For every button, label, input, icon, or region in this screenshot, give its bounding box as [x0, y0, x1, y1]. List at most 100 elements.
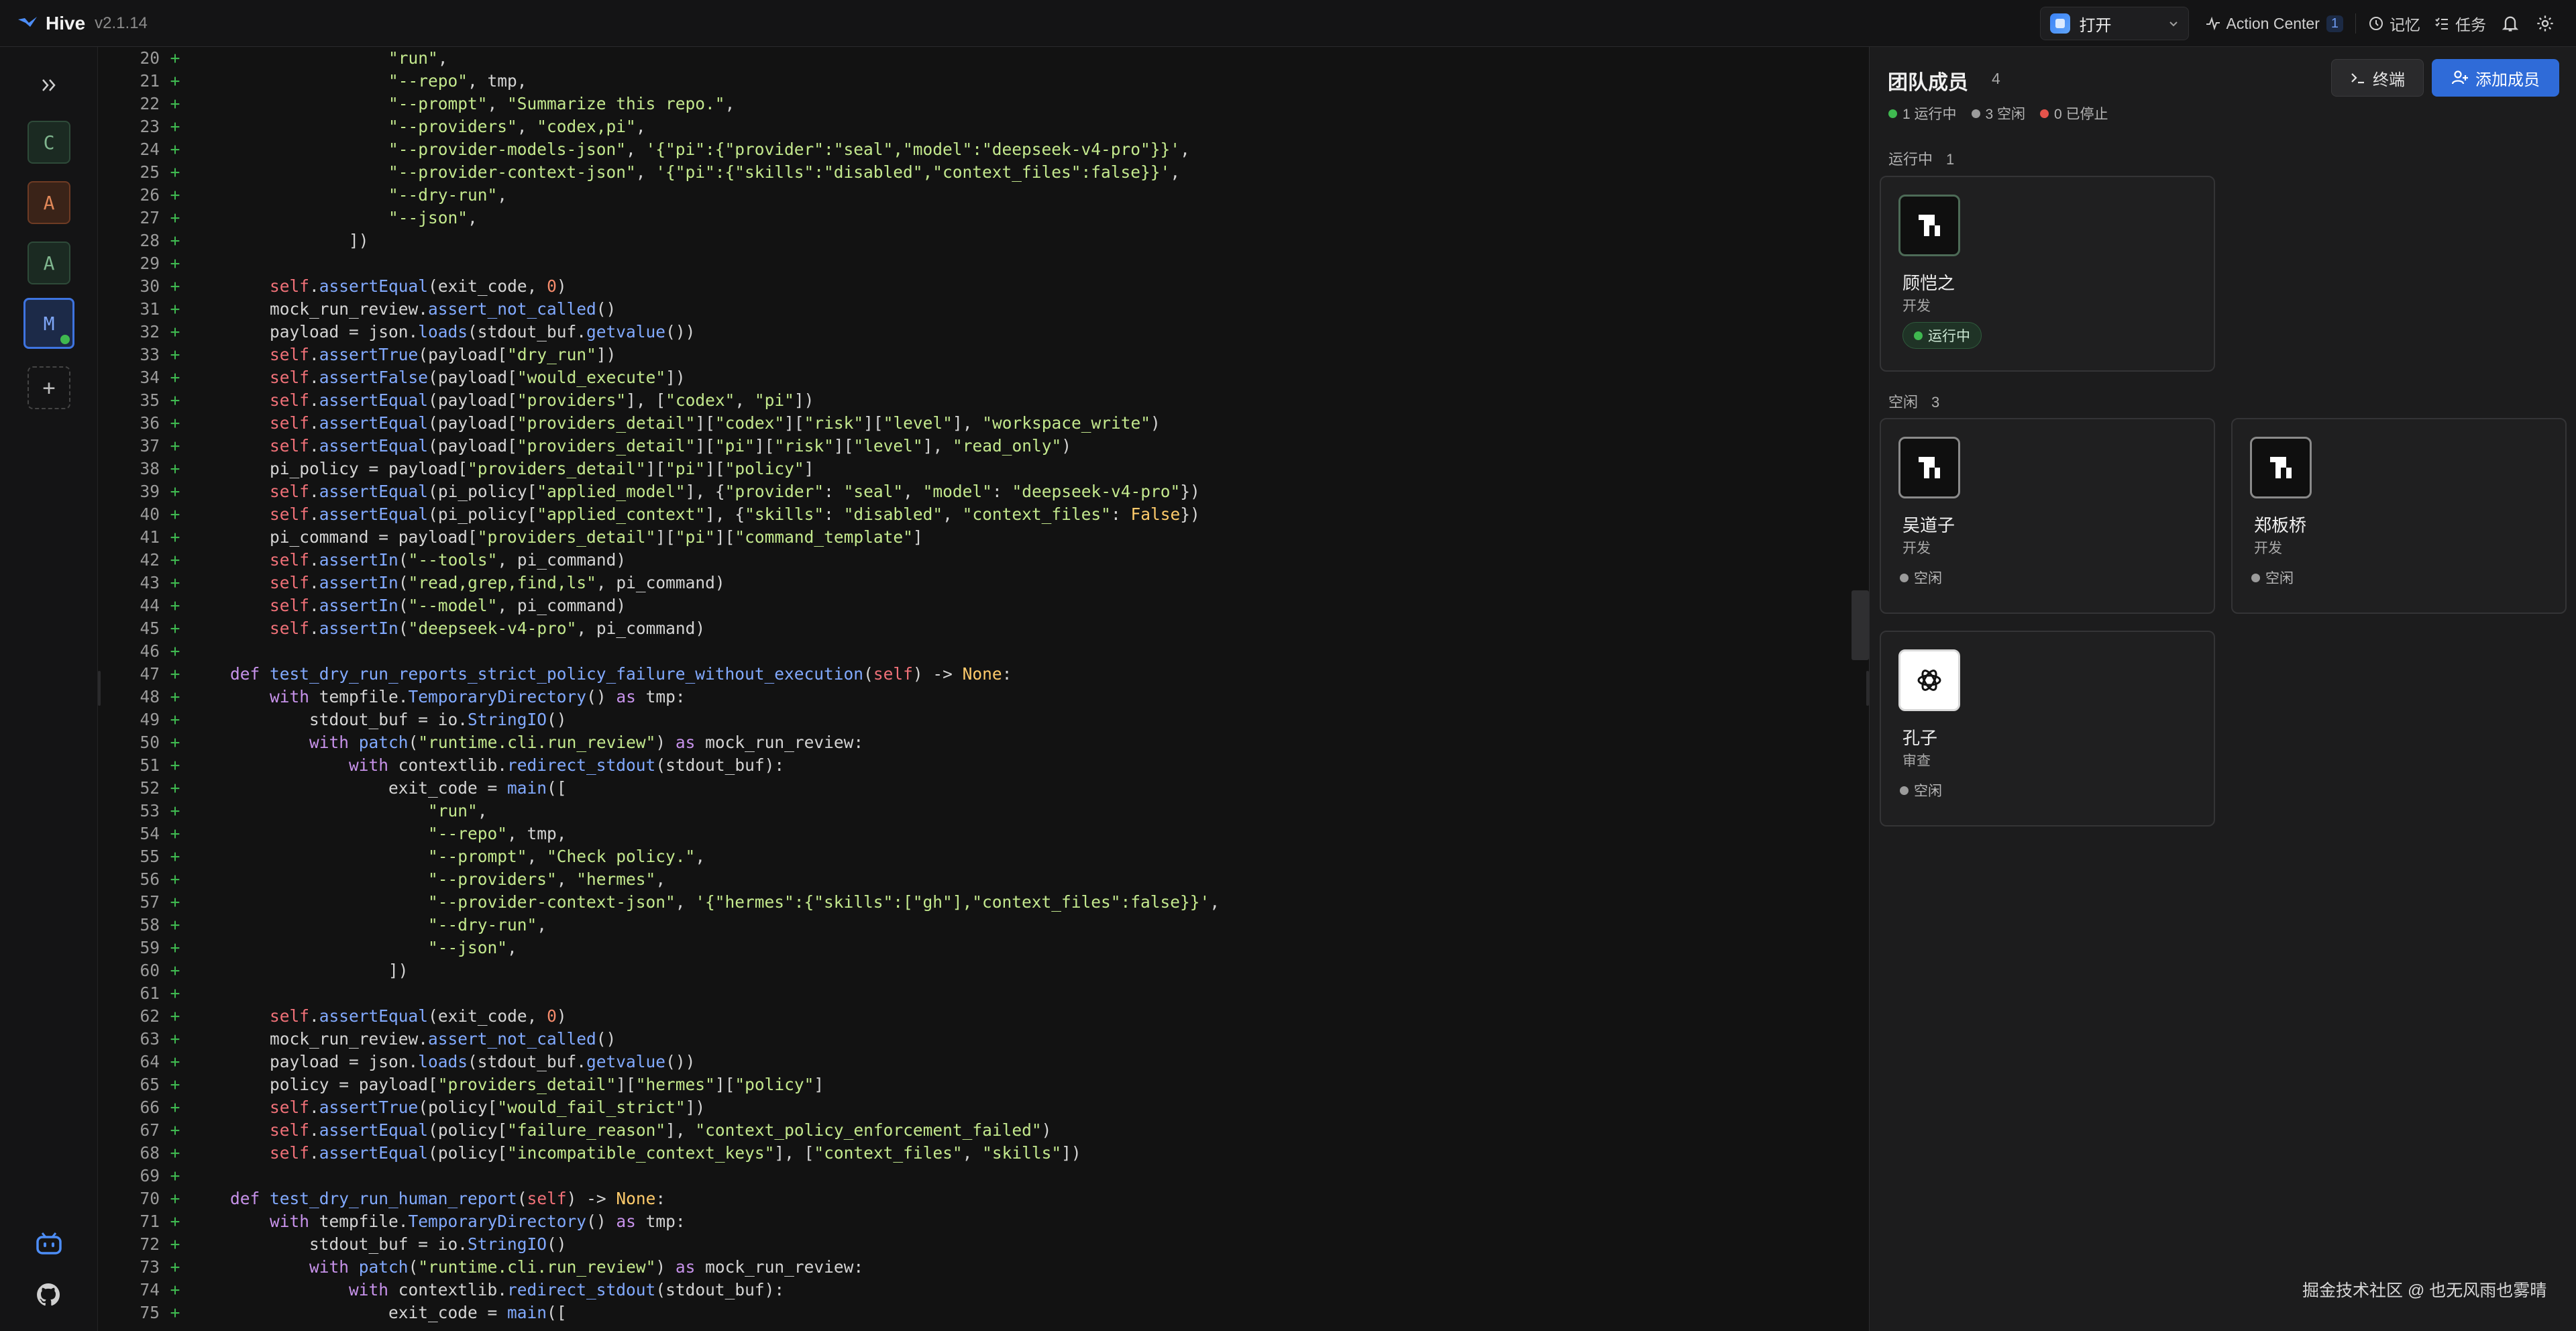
- expand-sidebar-icon[interactable]: [35, 71, 63, 99]
- code-line: 40 + self.assertEqual(pi_policy["applied_…: [98, 503, 1869, 526]
- status-label: 空闲: [1914, 784, 1942, 799]
- code-line: 57 + "--provider-context-json", '{"hermes…: [98, 891, 1869, 914]
- terminal-button[interactable]: 终端: [2331, 59, 2424, 97]
- action-center-button[interactable]: Action Center 1: [2198, 7, 2350, 40]
- idle-dot-icon: [1971, 109, 1980, 118]
- diff-added-marker: +: [170, 755, 180, 775]
- line-number: 71: [140, 1212, 160, 1231]
- code-line: 53 + "run",: [98, 800, 1869, 822]
- line-number: 70: [140, 1189, 160, 1208]
- line-number: 47: [140, 664, 160, 684]
- diff-added-marker: +: [170, 961, 180, 980]
- terminal-icon: [2351, 73, 2364, 84]
- github-icon[interactable]: [35, 1281, 62, 1308]
- line-number: 41: [140, 527, 160, 547]
- diff-added-marker: +: [170, 162, 180, 182]
- code-text: pi_policy = payload["providers_detail"][…: [191, 459, 814, 478]
- code-line: 58 + "--dry-run",: [98, 914, 1869, 937]
- open-button[interactable]: 打开: [2039, 7, 2189, 40]
- member-name: 顾恺之: [1902, 273, 1955, 293]
- line-number: 25: [140, 162, 160, 182]
- diff-added-marker: +: [170, 983, 180, 1003]
- code-text: with patch("runtime.cli.run_review") as …: [309, 1257, 864, 1277]
- panel-title: 团队成员: [1888, 72, 1968, 94]
- code-line: 73 + with patch("runtime.cli.run_review")…: [98, 1256, 1869, 1279]
- diff-added-marker: +: [170, 733, 180, 752]
- code-line: 33 + self.assertTrue(payload["dry_run"]): [98, 343, 1869, 366]
- diff-added-marker: +: [170, 915, 180, 935]
- code-line: 24 + "--provider-models-json", '{"pi":{"p…: [98, 138, 1869, 161]
- line-number: 39: [140, 482, 160, 501]
- code-text: "--provider-context-json", '{"hermes":{"…: [428, 892, 1220, 912]
- online-indicator: [59, 333, 71, 345]
- line-number: 20: [140, 48, 160, 68]
- diff-added-marker: +: [170, 436, 180, 456]
- diff-added-marker: +: [170, 254, 180, 273]
- running-section-title: 运行中: [1888, 151, 1933, 168]
- diff-added-marker: +: [170, 1303, 180, 1322]
- stopped-dot-icon: [2040, 109, 2049, 118]
- code-text: "--providers", "codex,pi",: [388, 117, 646, 136]
- diff-added-marker: +: [170, 276, 180, 296]
- line-number: 28: [140, 231, 160, 250]
- tasks-button[interactable]: 任务: [2427, 7, 2493, 40]
- line-number: 35: [140, 390, 160, 410]
- line-number: 29: [140, 254, 160, 273]
- brand[interactable]: Hive v2.1.14: [16, 12, 148, 35]
- memory-button[interactable]: 记忆: [2361, 7, 2427, 40]
- code-line: 21 + "--repo", tmp,: [98, 70, 1869, 93]
- code-line: 66 + self.assertTrue(policy["would_fail_s…: [98, 1096, 1869, 1119]
- line-number: 52: [140, 778, 160, 798]
- add-workspace-button[interactable]: +: [28, 366, 70, 409]
- line-number: 60: [140, 961, 160, 980]
- workspace-a-2[interactable]: A: [28, 242, 70, 284]
- code-line: 75 + exit_code = main([: [98, 1301, 1869, 1324]
- code-line: 48 + with tempfile.TemporaryDirectory() a…: [98, 686, 1869, 708]
- code-line: 62 + self.assertEqual(exit_code, 0): [98, 1005, 1869, 1028]
- bell-icon[interactable]: [2501, 14, 2520, 33]
- code-text: self.assertFalse(payload["would_execute"…: [270, 368, 686, 387]
- line-number: 58: [140, 915, 160, 935]
- diff-added-marker: +: [170, 299, 180, 319]
- diff-added-marker: +: [170, 48, 180, 68]
- diff-added-marker: +: [170, 869, 180, 889]
- member-card[interactable]: 顾恺之 开发 运行中: [1880, 176, 2215, 372]
- idle-dot-icon: [2251, 573, 2260, 582]
- add-member-button[interactable]: 添加成员: [2432, 59, 2559, 97]
- member-card[interactable]: 吴道子 开发 空闲: [1880, 418, 2215, 614]
- editor-scrollbar[interactable]: [1851, 590, 1869, 660]
- watermark: 掘金技术社区 @ 也无风雨也雾晴: [2302, 1281, 2547, 1300]
- line-number: 65: [140, 1075, 160, 1094]
- code-line: 22 + "--prompt", "Summarize this repo.",: [98, 93, 1869, 115]
- code-text: "--json",: [388, 208, 478, 227]
- workspace-m-active[interactable]: M: [23, 298, 74, 349]
- avatar: [2250, 437, 2312, 498]
- workspace-a[interactable]: A: [28, 181, 70, 224]
- line-number: 34: [140, 368, 160, 387]
- code-text: self.assertIn("--model", pi_command): [270, 596, 627, 615]
- left-resize-handle[interactable]: [98, 671, 101, 706]
- code-text: with tempfile.TemporaryDirectory() as tm…: [270, 1212, 686, 1231]
- workspace-c[interactable]: C: [28, 121, 70, 164]
- stopped-stat-label: 0 已停止: [2054, 107, 2108, 122]
- diff-added-marker: +: [170, 368, 180, 387]
- open-label: 打开: [2079, 16, 2112, 35]
- code-text: stdout_buf = io.StringIO(): [191, 710, 567, 729]
- code-text: "run",: [388, 48, 448, 68]
- line-number: 36: [140, 413, 160, 433]
- diff-added-marker: +: [170, 1029, 180, 1049]
- robot-icon[interactable]: [34, 1228, 64, 1259]
- member-role: 开发: [1902, 299, 1931, 314]
- gear-icon[interactable]: [2536, 14, 2555, 33]
- member-card[interactable]: 孔子 审查 空闲: [1880, 631, 2215, 827]
- member-card[interactable]: 郑板桥 开发 空闲: [2231, 418, 2567, 614]
- code-text: self.assertTrue(payload["dry_run"]): [270, 345, 616, 364]
- diff-added-marker: +: [170, 710, 180, 729]
- code-text: self.assertEqual(policy["incompatible_co…: [270, 1143, 1081, 1163]
- line-number: 26: [140, 185, 160, 205]
- code-line: 29 +: [98, 252, 1869, 275]
- code-text: self.assertIn("--tools", pi_command): [270, 550, 627, 570]
- code-editor[interactable]: 20 + "run", 21 + "--repo", tmp, 22 + "--promp…: [98, 47, 1869, 1331]
- code-text: "--dry-run",: [388, 185, 508, 205]
- code-line: 37 + self.assertEqual(payload["providers_…: [98, 435, 1869, 458]
